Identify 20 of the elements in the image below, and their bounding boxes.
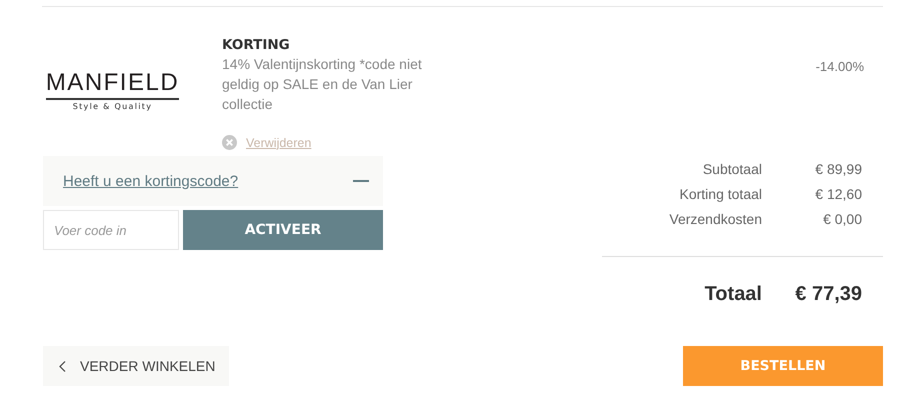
chevron-left-icon — [59, 360, 66, 372]
total-value: € 77,39 — [794, 282, 862, 306]
coupon-toggle-link[interactable]: Heeft u een kortingscode? — [63, 172, 238, 190]
code-input-field[interactable]: Voer code in — [43, 210, 179, 250]
discount-title: KORTING — [222, 36, 291, 54]
logo-name: MANFIELD — [46, 69, 180, 100]
total-label: Totaal — [704, 282, 762, 306]
activate-button[interactable]: ACTIVEER — [183, 210, 383, 250]
continue-shopping-button[interactable]: VERDER WINKELEN — [43, 346, 230, 386]
summary-value: € 12,60 — [814, 186, 862, 202]
summary-label: Verzendkosten — [669, 210, 762, 226]
accordion-header[interactable]: Heeft u een kortingscode? — [43, 156, 383, 206]
discount-amount: -14.00% — [816, 59, 864, 76]
summary-value: € 0,00 — [822, 210, 862, 226]
summary-label: Subtotaal — [702, 160, 762, 176]
summary-value: € 89,99 — [814, 160, 862, 176]
order-button[interactable]: BESTELLEN — [683, 346, 883, 386]
summary-label: Korting totaal — [680, 186, 762, 202]
discount-description: 14% Valentijnskorting *code niet geldig op SALE en de Van Lier collectie — [222, 55, 423, 114]
logo-tagline: Style & Quality — [72, 102, 152, 111]
